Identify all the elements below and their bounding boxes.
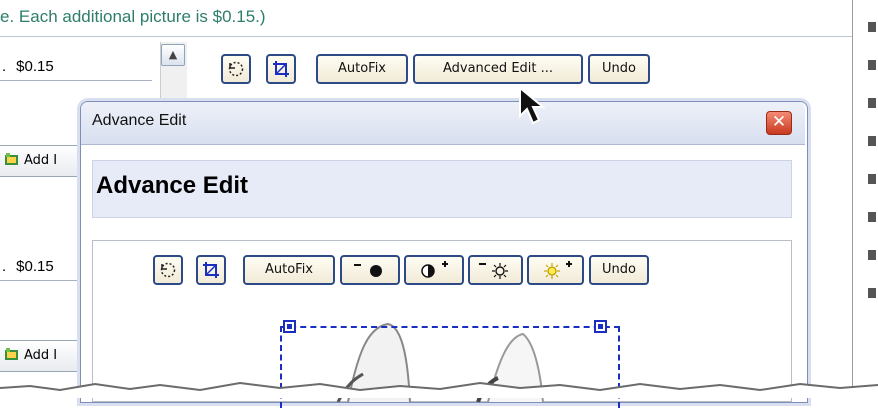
edge-glyph — [868, 60, 876, 70]
contrast-button[interactable] — [404, 255, 464, 285]
edge-glyph — [868, 174, 876, 184]
undo-button[interactable]: Undo — [588, 54, 650, 84]
mouse-cursor-icon — [519, 86, 546, 125]
add-picture-icon — [5, 348, 18, 360]
dialog-title: Advance Edit — [92, 112, 187, 129]
darken-button[interactable] — [340, 255, 400, 285]
brightness-down-icon — [478, 262, 508, 279]
darken-icon — [354, 263, 382, 277]
brightness-up-icon — [543, 260, 572, 279]
close-button[interactable]: ✕ — [766, 111, 792, 135]
edge-glyph — [868, 212, 876, 222]
edge-glyph — [868, 288, 876, 298]
price-field-1[interactable]: . $0.15 — [0, 52, 152, 81]
price-prefix: . — [2, 58, 7, 75]
advanced-edit-button[interactable]: Advanced Edit ... — [413, 54, 583, 84]
add-picture-icon — [5, 153, 18, 165]
crop-button[interactable] — [266, 54, 296, 84]
edge-glyph — [868, 136, 876, 146]
pricing-notice: e. Each additional picture is $0.15.) — [0, 7, 266, 26]
price-value: $0.15 — [16, 58, 54, 75]
price-prefix: . — [2, 258, 7, 275]
edge-glyph — [868, 22, 876, 32]
close-icon: ✕ — [771, 112, 787, 132]
add-label: Add I — [24, 153, 58, 168]
rotate-button[interactable] — [221, 54, 251, 84]
divider — [0, 36, 852, 37]
edge-glyph — [868, 98, 876, 108]
dialog-titlebar[interactable] — [81, 102, 805, 145]
crop-button[interactable] — [196, 255, 226, 285]
rotate-button[interactable] — [153, 255, 183, 285]
crop-icon — [273, 60, 289, 77]
torn-edge — [0, 381, 878, 398]
crop-handle-top-right[interactable] — [594, 320, 607, 333]
undo-button[interactable]: Undo — [589, 255, 649, 285]
contrast-icon — [421, 260, 448, 278]
add-picture-button-1[interactable]: Add I — [0, 145, 81, 177]
crop-handle-top-left[interactable] — [283, 320, 296, 333]
price-value: $0.15 — [16, 258, 54, 275]
crop-icon — [203, 261, 219, 278]
rotate-icon — [160, 262, 176, 277]
scroll-up-button[interactable]: ▲ — [161, 44, 185, 66]
brightness-up-button[interactable] — [527, 255, 584, 285]
edge-glyph — [868, 250, 876, 260]
dialog-heading: Advance Edit — [96, 172, 249, 199]
autofix-button[interactable]: AutoFix — [316, 54, 408, 84]
autofix-button[interactable]: AutoFix — [243, 255, 335, 285]
rotate-icon — [228, 61, 244, 76]
brightness-down-button[interactable] — [468, 255, 523, 285]
